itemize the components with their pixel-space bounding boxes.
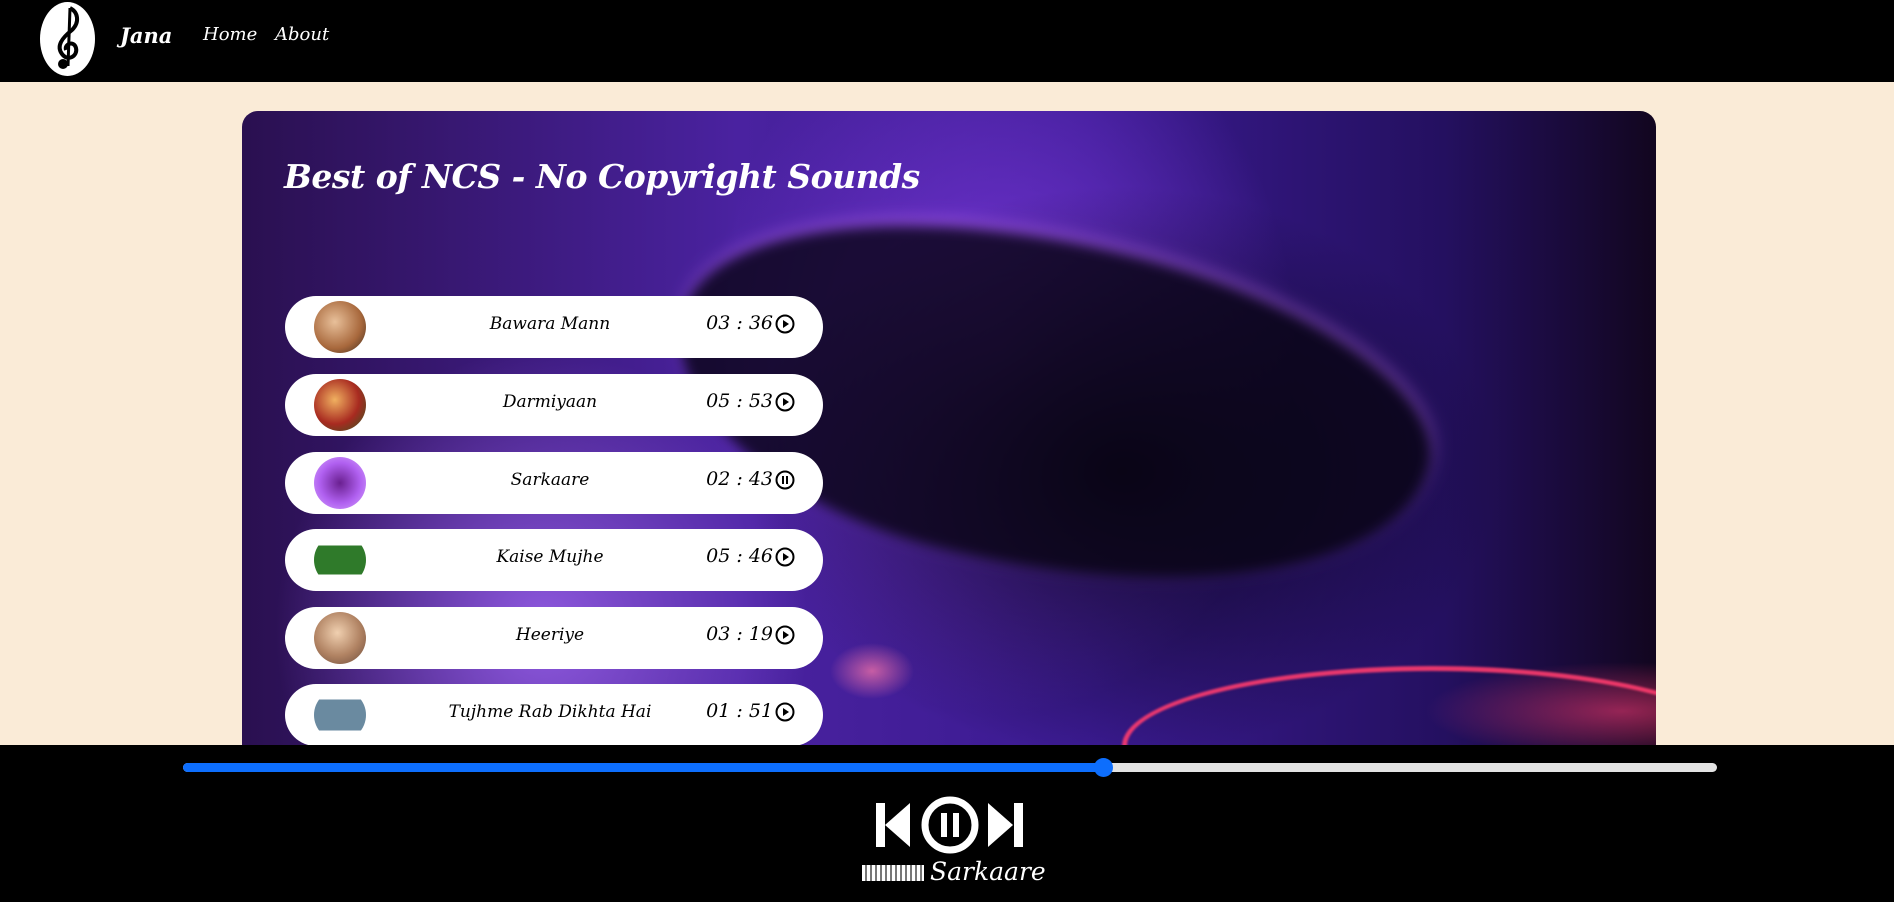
song-name: Kaise Mujhe <box>496 547 604 567</box>
now-playing-song: Sarkaare <box>930 857 1046 886</box>
player-bar: Sarkaare <box>0 745 1894 902</box>
song-name: Darmiyaan <box>502 392 598 412</box>
playlist-container: Best of NCS - No Copyright Sounds Bawara… <box>242 111 1656 745</box>
previous-icon[interactable] <box>876 803 910 847</box>
equalizer-gif <box>862 865 924 881</box>
song-name: Heeriye <box>515 625 585 645</box>
song-name: Sarkaare <box>510 470 590 490</box>
song-item[interactable]: Sarkaare 02 : 43 <box>285 452 823 514</box>
brand-link[interactable]: Jana <box>120 23 172 48</box>
song-thumbnail <box>314 379 366 431</box>
song-name: Tujhme Rab Dikhta Hai <box>448 702 652 722</box>
song-item[interactable]: Heeriye 03 : 19 <box>285 607 823 669</box>
song-thumbnail <box>314 534 366 586</box>
song-thumbnail <box>314 612 366 664</box>
progress-handle[interactable] <box>1094 758 1114 777</box>
pause-icon[interactable] <box>775 470 795 490</box>
song-item[interactable]: Darmiyaan 05 : 53 <box>285 374 823 436</box>
music-note-logo-icon[interactable] <box>40 2 95 76</box>
song-duration: 01 : 51 <box>706 700 773 722</box>
song-thumbnail <box>314 301 366 353</box>
play-icon[interactable] <box>775 547 795 567</box>
song-duration: 05 : 53 <box>706 390 773 412</box>
nav-home-link[interactable]: Home <box>203 24 257 45</box>
song-duration: 05 : 46 <box>706 545 773 567</box>
background-decor <box>1122 666 1656 745</box>
play-icon[interactable] <box>775 314 795 334</box>
playlist-title: Best of NCS - No Copyright Sounds <box>284 157 920 196</box>
song-name: Bawara Mann <box>489 314 611 334</box>
play-icon[interactable] <box>775 625 795 645</box>
now-playing: Sarkaare <box>862 857 1046 887</box>
play-icon[interactable] <box>775 392 795 412</box>
song-duration: 03 : 36 <box>706 312 773 334</box>
song-duration: 03 : 19 <box>706 623 773 645</box>
play-icon[interactable] <box>775 702 795 722</box>
song-item[interactable]: Kaise Mujhe 05 : 46 <box>285 529 823 591</box>
progress-fill <box>183 763 1104 772</box>
player-controls <box>876 796 1023 854</box>
navbar: Jana Home About <box>0 0 1894 82</box>
progress-slider[interactable] <box>183 758 1717 777</box>
pause-icon[interactable] <box>921 796 979 854</box>
song-thumbnail <box>314 689 366 741</box>
song-thumbnail <box>314 457 366 509</box>
song-item[interactable]: Bawara Mann 03 : 36 <box>285 296 823 358</box>
nav-about-link[interactable]: About <box>275 24 329 45</box>
next-icon[interactable] <box>988 803 1023 847</box>
song-item[interactable]: Tujhme Rab Dikhta Hai 01 : 51 <box>285 684 823 745</box>
song-duration: 02 : 43 <box>706 468 773 490</box>
